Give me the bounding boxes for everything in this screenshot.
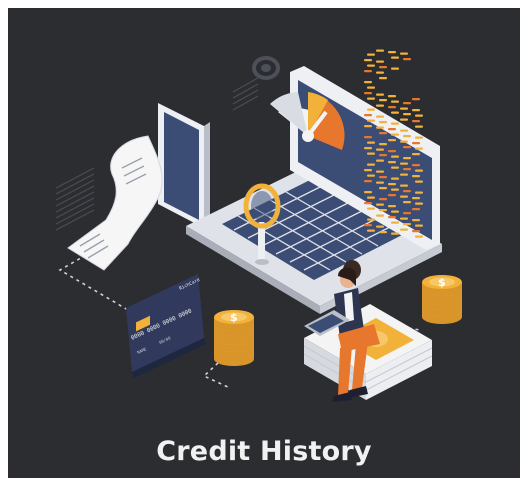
svg-text:$: $ <box>230 311 238 324</box>
svg-text:$: $ <box>438 276 446 289</box>
credit-card: 0000 0000 0000 0000 RichCard NAME 00/00 <box>126 274 206 378</box>
coin-stack-left: $ <box>214 310 254 366</box>
credit-history-illustration: 0000 0000 0000 0000 RichCard NAME 00/00 … <box>55 49 462 402</box>
laptop <box>186 49 442 314</box>
illustration-frame: 0000 0000 0000 0000 RichCard NAME 00/00 … <box>8 8 520 478</box>
caption-title: Credit History <box>156 436 372 467</box>
phone-with-receipt <box>67 103 210 271</box>
gear-decor-icon <box>252 56 280 80</box>
coin-stack-right: $ <box>422 275 462 324</box>
